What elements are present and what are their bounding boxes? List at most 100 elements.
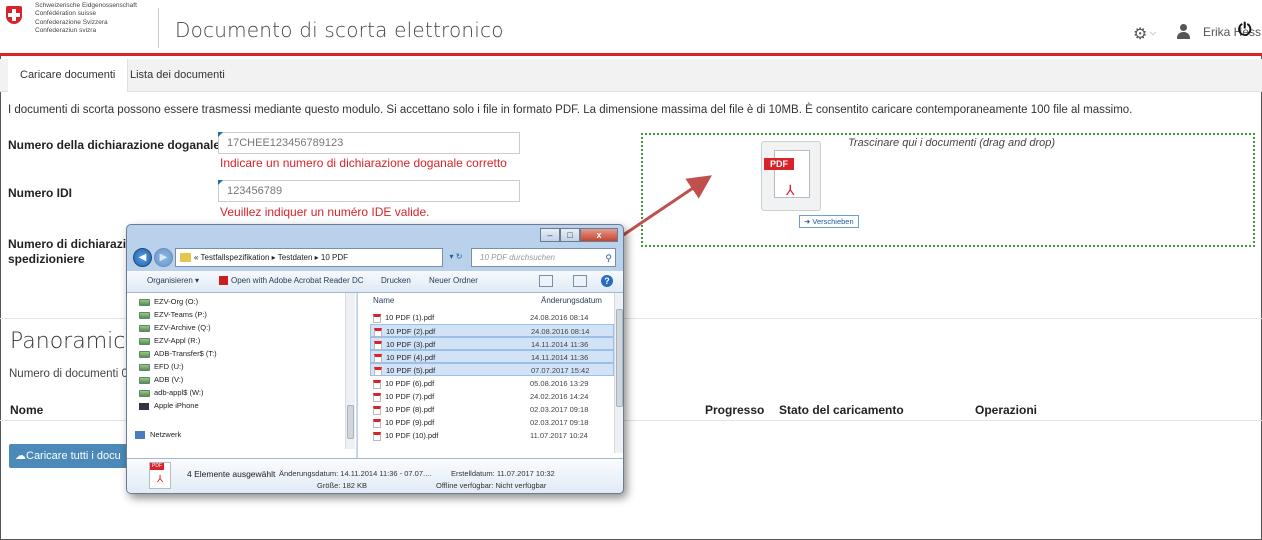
preview-pane-icon[interactable]	[573, 275, 587, 287]
federation-name-fr: Confédération suisse	[35, 10, 97, 18]
column-header-modified[interactable]: Änderungsdatum	[541, 296, 602, 305]
user-name[interactable]: Erika Hess	[1203, 25, 1261, 39]
new-folder-button[interactable]: Neuer Ordner	[429, 276, 478, 285]
address-bar[interactable]: « Testfallspezifikation ▸ Testdaten ▸ 10…	[175, 248, 443, 267]
network-drive-icon	[139, 311, 150, 319]
drive-item-label: EZV-Teams (P:)	[154, 310, 207, 319]
refresh-icon[interactable]: ▾ ↻	[445, 248, 467, 267]
power-icon[interactable]: ⏻	[1238, 20, 1251, 40]
tab-bar: Caricare documenti Lista dei documenti	[0, 59, 1262, 92]
idi-number-field[interactable]: 123456789	[218, 180, 520, 202]
selection-count: 4 Elemente ausgewählt	[187, 469, 276, 479]
gear-icon[interactable]: ⚙	[1133, 24, 1147, 44]
close-button[interactable]: x	[580, 228, 618, 242]
file-name: 10 PDF (3).pdf	[386, 340, 436, 349]
declaration-number-error: Indicare un numero di dichiarazione doga…	[220, 156, 507, 170]
address-row: ◀ ▶ « Testfallspezifikation ▸ Testdaten …	[127, 245, 623, 271]
column-header-operations: Operazioni	[975, 403, 1038, 417]
back-icon[interactable]: ◀	[133, 248, 152, 267]
organize-menu[interactable]: Organisieren ▾	[147, 276, 199, 285]
network-item[interactable]: Netzwerk	[135, 430, 182, 440]
drive-item-label: EZV-Archive (Q:)	[154, 323, 211, 332]
cloud-upload-icon: ☁	[15, 450, 26, 462]
maximize-button[interactable]: □	[560, 228, 580, 242]
pdf-file-icon	[374, 366, 382, 376]
pdf-file-icon	[374, 353, 382, 363]
nav-scrollbar[interactable]	[345, 293, 355, 449]
created-info: Erstelldatum: 11.07.2017 10:32	[451, 469, 555, 478]
file-name: 10 PDF (8).pdf	[385, 405, 435, 414]
federation-names: Schweizerische Eidgenossenschaft Confédé…	[35, 2, 137, 35]
view-options-icon[interactable]	[539, 275, 553, 287]
file-row[interactable]: 10 PDF (6).pdf 05.08.2016 13:29	[370, 377, 614, 390]
drive-item[interactable]: EZV-Appl (R:)	[139, 336, 200, 345]
drive-item-label: EZV-Appl (R:)	[154, 336, 201, 345]
file-row[interactable]: 10 PDF (5).pdf 07.07.2017 15:42	[370, 363, 614, 376]
forward-icon[interactable]: ▶	[154, 248, 173, 267]
declaration-number-label: Numero della dichiarazione doganale	[8, 138, 221, 152]
drive-item-label: ADB (V:)	[154, 375, 184, 384]
open-with-button[interactable]: Open with Adobe Acrobat Reader DC	[219, 276, 364, 286]
federation-name-it: Confederazione Svizzera	[35, 18, 108, 26]
search-icon: ⚲	[605, 253, 612, 263]
minimize-button[interactable]: –	[540, 228, 560, 242]
offline-info: Offline verfügbar: Nicht verfügbar	[436, 481, 547, 490]
drive-item[interactable]: adb-appl$ (W:)	[139, 388, 203, 397]
file-row[interactable]: 10 PDF (4).pdf 14.11.2014 11:36	[370, 350, 614, 363]
file-row[interactable]: 10 PDF (7).pdf 24.02.2016 14:24	[370, 390, 614, 403]
network-item-label: Netzwerk	[150, 430, 182, 439]
file-row[interactable]: 10 PDF (2).pdf 24.08.2016 08:14	[370, 324, 614, 337]
search-input[interactable]: 10 PDF durchsuchen ⚲	[471, 248, 616, 267]
address-path: « Testfallspezifikation ▸ Testdaten ▸ 10…	[194, 253, 349, 262]
upload-all-label: Caricare tutti i docu	[26, 450, 121, 462]
intro-text: I documenti di scorta possono essere tra…	[8, 104, 1133, 116]
pdf-file-icon	[373, 313, 381, 323]
tab-document-list[interactable]: Lista dei documenti	[118, 59, 237, 92]
acrobat-icon	[219, 276, 228, 286]
pdf-file-icon	[373, 392, 381, 402]
file-row[interactable]: 10 PDF (8).pdf 02.03.2017 09:18	[370, 403, 614, 416]
column-header-filename[interactable]: Name	[373, 296, 394, 305]
drive-item[interactable]: Apple iPhone	[139, 401, 199, 410]
phone-icon	[139, 402, 149, 410]
drive-item[interactable]: EZV-Org (O:)	[139, 297, 198, 306]
drive-item[interactable]: EZV-Teams (P:)	[139, 310, 207, 319]
upload-all-button[interactable]: ☁Caricare tutti i docu	[9, 444, 139, 468]
network-drive-icon	[139, 376, 150, 384]
drop-zone-text: Trascinare qui i documenti (drag and dro…	[848, 137, 1056, 149]
print-button[interactable]: Drucken	[381, 276, 411, 285]
page-title: Documento di scorta elettronico	[175, 18, 504, 42]
document-count: Numero di documenti 0	[9, 368, 128, 380]
chevron-down-icon[interactable]: ⌵	[1150, 28, 1156, 38]
drive-item-label: EZV-Org (O:)	[154, 297, 199, 306]
file-row[interactable]: 10 PDF (9).pdf 02.03.2017 09:18	[370, 416, 614, 429]
file-scrollbar-thumb[interactable]	[616, 309, 623, 407]
forwarder-number-label-line2: spedizioniere	[8, 252, 85, 266]
drop-zone[interactable]: Trascinare qui i documenti (drag and dro…	[641, 133, 1255, 247]
file-explorer-window[interactable]: – □ x ◀ ▶ « Testfallspezifikation ▸ Testda…	[126, 224, 624, 494]
drive-item[interactable]: ADB-Transfer$ (T:)	[139, 349, 217, 358]
tab-upload-documents[interactable]: Caricare documenti	[8, 59, 129, 92]
file-row[interactable]: 10 PDF (10).pdf 11.07.2017 10:24	[370, 429, 614, 442]
drive-item[interactable]: ADB (V:)	[139, 375, 183, 384]
file-date: 24.08.2016 08:14	[530, 313, 589, 322]
network-drive-icon	[139, 389, 150, 397]
file-scrollbar[interactable]	[614, 293, 623, 453]
network-drive-icon	[139, 363, 150, 371]
file-date: 11.07.2017 10:24	[530, 431, 588, 440]
file-row[interactable]: 10 PDF (3).pdf 14.11.2014 11:36	[370, 337, 614, 350]
open-with-label: Open with Adobe Acrobat Reader DC	[231, 276, 364, 285]
help-icon[interactable]: ?	[601, 275, 613, 287]
details-pane: PDF ⅄ 4 Elemente ausgewählt Änderungsdat…	[127, 458, 623, 493]
pdf-tag: PDF	[150, 463, 164, 470]
file-row[interactable]: 10 PDF (1).pdf 24.08.2016 08:14	[370, 311, 614, 324]
idi-number-label: Numero IDI	[8, 186, 73, 200]
federation-name-rm: Confederaziun svizra	[35, 26, 97, 34]
acrobat-icon: ⅄	[786, 182, 795, 198]
file-date: 02.03.2017 09:18	[530, 405, 589, 414]
drive-item[interactable]: EFD (U:)	[139, 362, 184, 371]
declaration-number-field[interactable]: 17CHEE123456789123	[218, 132, 520, 154]
drive-item[interactable]: EZV-Archive (Q:)	[139, 323, 211, 332]
nav-scrollbar-thumb[interactable]	[347, 405, 354, 439]
user-icon[interactable]	[1176, 24, 1190, 40]
